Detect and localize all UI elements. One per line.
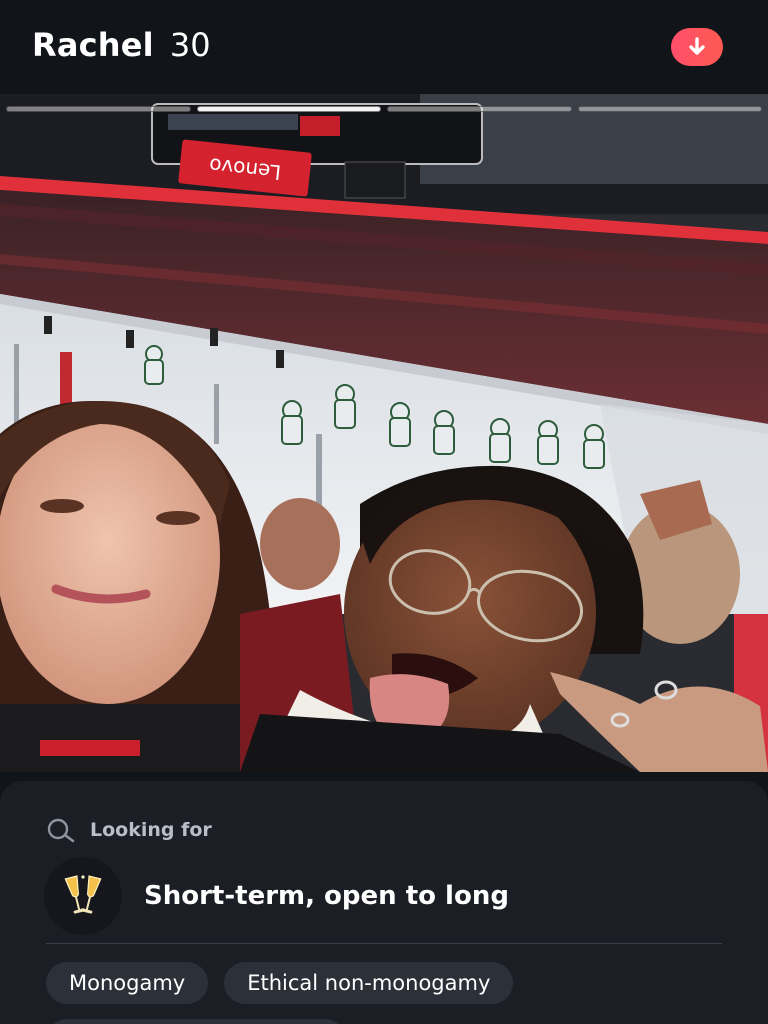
profile-header: Rachel 30 [0,0,768,94]
relationship-goal: Short-term, open to long [44,857,509,935]
name-age-row: Rachel 30 [32,26,211,64]
arrow-down-icon [689,37,705,55]
profile-photo[interactable]: Lenovo [0,94,768,772]
champagne-glasses-icon [44,857,122,935]
photo-progress-bar [0,106,768,112]
relationship-type-tags: Monogamy Ethical non-monogamy [46,962,514,1004]
tag-chip: Ethical non-monogamy [224,962,514,1004]
section-divider [46,943,722,944]
photo-scene: Lenovo [0,94,768,772]
profile-name: Rachel [32,26,154,64]
looking-for-card: Looking for Short-term, open to long Mon… [0,781,768,1024]
photo-progress-segment [577,106,762,112]
profile-age: 30 [169,26,211,64]
relationship-goal-text: Short-term, open to long [144,881,509,911]
looking-for-label: Looking for [90,819,212,841]
tag-chip: Monogamy [46,962,209,1004]
photo-progress-segment [387,106,572,112]
photo-progress-segment [6,106,191,112]
search-icon [47,818,75,843]
looking-for-header: Looking for [46,817,212,843]
photo-progress-segment [196,106,381,112]
collapse-profile-button[interactable] [671,28,723,66]
tag-chip-overflow [46,1019,346,1024]
